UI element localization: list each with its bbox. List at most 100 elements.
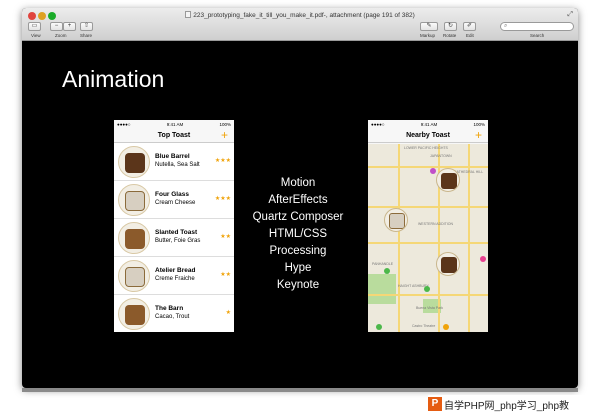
item-toppings: Nutella, Sea Salt (155, 162, 200, 168)
edit-icon[interactable]: ✐ (463, 22, 476, 31)
watermark-text: 自学PHP网_php学习_php教 (444, 400, 570, 412)
road (368, 206, 488, 208)
item-name: Four Glass (155, 191, 189, 198)
list-item[interactable]: Blue Barrel Nutella, Sea Salt ★★★ (114, 143, 234, 181)
tool-item: Processing (269, 245, 327, 257)
toast-map-pin[interactable] (384, 208, 408, 232)
nav-title: Top Toast (157, 132, 191, 139)
poi-marker (424, 286, 430, 292)
edit-label: Edit (466, 33, 474, 38)
list-item[interactable]: Atelier Bread Creme Fraiche ★★ (114, 257, 234, 295)
nav-title: Nearby Toast (406, 132, 450, 139)
zoom-in-icon[interactable]: + (63, 22, 76, 31)
window-title-text: 223_prototyping_fake_it_till_you_make_it… (193, 12, 415, 19)
zoom-out-icon[interactable]: − (50, 22, 63, 31)
sidebar-toggle-icon[interactable]: ▭ (28, 22, 41, 31)
window-bottom-edge (22, 388, 578, 392)
item-toppings: Cream Cheese (155, 200, 196, 206)
item-toppings: Creme Fraiche (155, 276, 195, 282)
markup-label: Markup (420, 33, 436, 38)
poi-marker (384, 268, 390, 274)
rotate-button[interactable]: ↻ (444, 22, 457, 32)
star-rating: ★★★ (214, 158, 231, 164)
preview-window: 223_prototyping_fake_it_till_you_make_it… (22, 8, 578, 388)
toast-photo (118, 184, 150, 216)
road (398, 144, 400, 332)
road (368, 242, 488, 244)
tool-item: Hype (284, 262, 312, 274)
share-button[interactable]: ⇧ (80, 22, 93, 32)
nearby-toast-phone: ●●●●○ 9:41 AM 100% Nearby Toast + LOWER … (368, 120, 488, 332)
window-title: 223_prototyping_fake_it_till_you_make_it… (22, 11, 578, 19)
rotate-icon[interactable]: ↻ (444, 22, 457, 31)
road (368, 166, 488, 168)
tool-item: Quartz Composer (252, 211, 344, 223)
title-bar: 223_prototyping_fake_it_till_you_make_it… (22, 8, 578, 41)
tool-item: Motion (280, 177, 316, 189)
battery-level: 100% (473, 122, 485, 127)
poi-marker (480, 256, 486, 262)
edit-button[interactable]: ✐ (463, 22, 476, 32)
toast-map-pin[interactable] (436, 168, 460, 192)
map-label: JAPANTOWN (430, 154, 452, 158)
markup-button[interactable]: ✎ (420, 22, 438, 32)
star-rating: ★★★ (214, 196, 231, 202)
share-icon[interactable]: ⇧ (80, 22, 93, 31)
search-input[interactable]: ⌕ (500, 22, 574, 31)
toast-photo (118, 298, 150, 330)
slide-title: Animation (62, 66, 165, 92)
map-label: Buena Vista Park (416, 306, 443, 310)
watermark: P 自学PHP网_php学习_php教 (428, 395, 594, 413)
toast-photo (118, 260, 150, 292)
view-button[interactable]: ▭ (28, 22, 41, 32)
zoom-label: Zoom (55, 33, 67, 38)
list-item[interactable]: The Barn Cacao, Trout ★ (114, 295, 234, 332)
tool-item: AfterEffects (268, 194, 328, 206)
status-bar: ●●●●○ 9:41 AM 100% (368, 120, 488, 129)
poi-marker (430, 168, 436, 174)
fullscreen-icon[interactable]: ⤢ (567, 11, 573, 19)
nav-bar: Nearby Toast + (368, 129, 488, 143)
pen-icon[interactable]: ✎ (420, 22, 438, 31)
nav-bar: Top Toast + (114, 129, 234, 143)
battery-level: 100% (219, 122, 231, 127)
map-view[interactable]: LOWER PACIFIC HEIGHTS JAPANTOWN CATHEDRA… (368, 144, 488, 332)
zoom-controls[interactable]: − + (50, 22, 76, 32)
park-area (368, 274, 396, 304)
map-label: WESTERN ADDITION (418, 222, 454, 226)
status-time: 9:41 AM (166, 122, 184, 127)
list-item[interactable]: Slanted Toast Butter, Foie Gras ★★ (114, 219, 234, 257)
item-name: Blue Barrel (155, 153, 190, 160)
poi-marker (443, 324, 449, 330)
search-icon: ⌕ (504, 23, 508, 29)
pdf-document-icon (185, 11, 192, 18)
item-name: The Barn (155, 305, 184, 312)
item-name: Atelier Bread (155, 267, 196, 274)
toast-photo (118, 222, 150, 254)
star-rating: ★★ (220, 234, 231, 240)
add-icon[interactable]: + (221, 129, 228, 142)
list-item[interactable]: Four Glass Cream Cheese ★★★ (114, 181, 234, 219)
tools-list: Motion AfterEffects Quartz Composer HTML… (248, 175, 348, 294)
php-logo-icon: P (428, 397, 442, 411)
rotate-label: Rotate (443, 33, 457, 38)
add-icon[interactable]: + (475, 129, 482, 142)
view-label: View (31, 33, 41, 38)
map-label: Castro Theatre (412, 324, 436, 328)
signal-icon: ●●●●○ (371, 122, 385, 127)
map-label: LOWER PACIFIC HEIGHTS (404, 146, 448, 150)
signal-icon: ●●●●○ (117, 122, 131, 127)
toast-map-pin[interactable] (436, 252, 460, 276)
search-label: Search (530, 33, 545, 38)
road (368, 294, 488, 296)
item-name: Slanted Toast (155, 229, 198, 236)
map-label: PANHANDLE (372, 262, 394, 266)
status-time: 9:41 AM (420, 122, 438, 127)
share-label: Share (80, 33, 93, 38)
top-toast-phone: ●●●●○ 9:41 AM 100% Top Toast + Blue Barr… (114, 120, 234, 332)
pdf-page-view: Animation ●●●●○ 9:41 AM 100% Top Toast +… (24, 42, 576, 386)
status-bar: ●●●●○ 9:41 AM 100% (114, 120, 234, 129)
toast-photo (118, 146, 150, 178)
item-toppings: Butter, Foie Gras (155, 238, 201, 244)
star-rating: ★ (225, 310, 231, 316)
